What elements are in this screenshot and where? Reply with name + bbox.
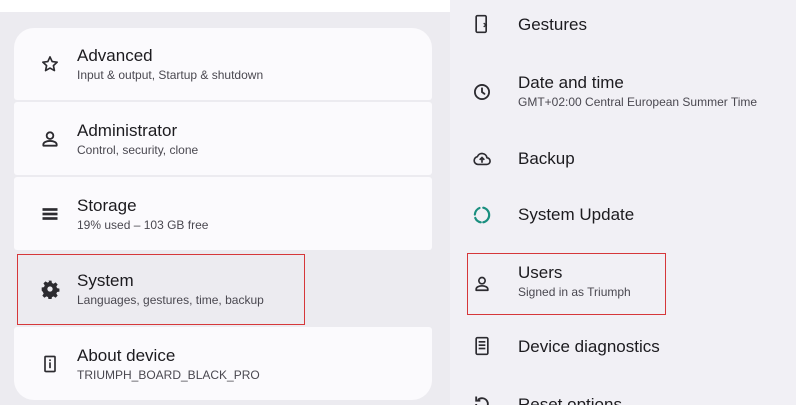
device-info-icon	[40, 354, 60, 374]
settings-item-title: Device diagnostics	[518, 337, 660, 356]
settings-item-subtitle: GMT+02:00 Central European Summer Time	[518, 95, 758, 109]
star-outline-icon	[40, 54, 60, 74]
settings-item-users[interactable]: Users Signed in as Triumph	[450, 252, 796, 316]
settings-item-title: Gestures	[518, 15, 587, 34]
settings-item-title: Date and time	[518, 73, 624, 92]
system-settings-pane: Gestures Date and time GMT+02:00 Central…	[450, 0, 796, 405]
settings-item-subtitle: TRIUMPH_BOARD_BLACK_PRO	[77, 367, 260, 382]
settings-item-title: About device	[77, 345, 176, 365]
cloud-backup-icon	[472, 149, 492, 169]
settings-item-title: Users	[518, 263, 563, 282]
settings-item-title: Advanced	[77, 46, 153, 65]
settings-item-title: Storage	[77, 195, 137, 215]
admin-person-icon	[40, 129, 60, 149]
settings-item-subtitle: Signed in as Triumph	[518, 285, 631, 299]
storage-icon	[40, 204, 60, 224]
settings-item-title: Administrator	[77, 120, 178, 140]
settings-item-gestures[interactable]: Gestures	[450, 0, 796, 50]
settings-item-title: Reset options	[518, 395, 622, 405]
diagnostics-icon	[472, 336, 492, 356]
settings-item-reset-options[interactable]: Reset options	[450, 382, 796, 405]
settings-item-title: Backup	[518, 149, 575, 168]
settings-item-device-diagnostics[interactable]: Device diagnostics	[450, 322, 796, 372]
gestures-phone-icon	[472, 14, 492, 34]
gear-icon	[40, 279, 60, 299]
clock-icon	[472, 82, 492, 102]
settings-item-date-and-time[interactable]: Date and time GMT+02:00 Central European…	[450, 60, 796, 128]
settings-item-subtitle: Input & output, Startup & shutdown	[77, 68, 264, 82]
settings-item-advanced[interactable]: Advanced Input & output, Startup & shutd…	[14, 28, 432, 100]
settings-item-backup[interactable]: Backup	[450, 134, 796, 184]
settings-item-about-device[interactable]: About device TRIUMPH_BOARD_BLACK_PRO	[14, 327, 432, 400]
settings-item-subtitle: 19% used – 103 GB free	[77, 217, 209, 232]
user-icon	[472, 274, 492, 294]
settings-item-storage[interactable]: Storage 19% used – 103 GB free	[14, 177, 432, 250]
system-update-icon	[472, 205, 492, 225]
reset-icon	[472, 394, 492, 405]
settings-item-system[interactable]: System Languages, gestures, time, backup	[14, 252, 432, 325]
settings-item-title: System Update	[518, 205, 635, 224]
settings-item-system-update[interactable]: System Update	[450, 190, 796, 240]
settings-item-administrator[interactable]: Administrator Control, security, clone	[14, 102, 432, 175]
settings-categories-pane: Advanced Input & output, Startup & shutd…	[0, 12, 450, 405]
settings-item-subtitle: Control, security, clone	[77, 142, 199, 157]
settings-item-subtitle: Languages, gestures, time, backup	[77, 292, 264, 307]
settings-item-title: System	[77, 270, 134, 290]
